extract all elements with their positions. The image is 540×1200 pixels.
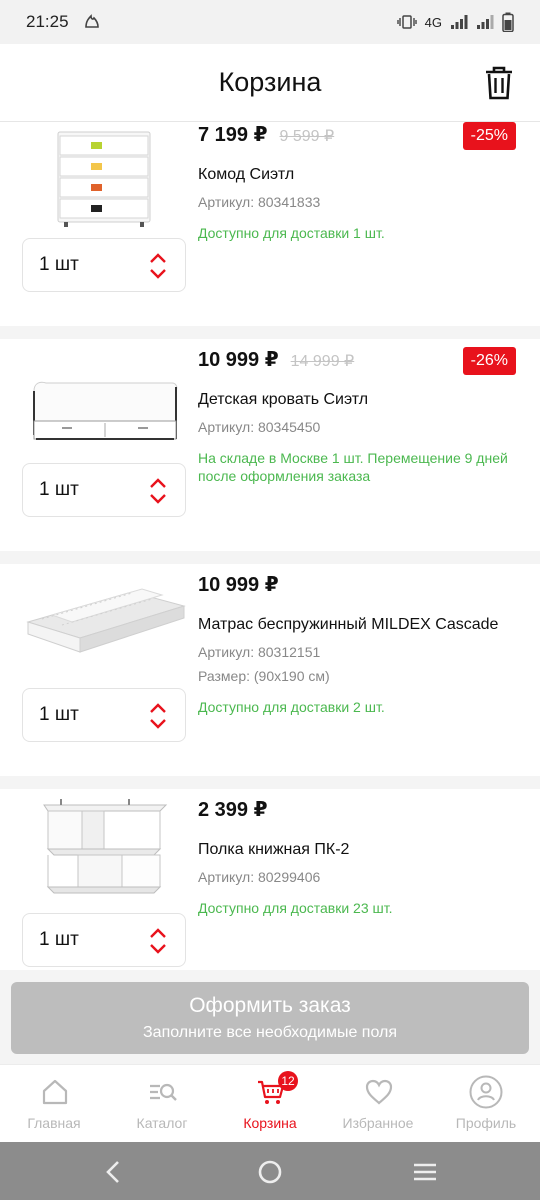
cart-item: 1 шт 2 399 ₽ Полка книжная ПК-2 Артикул:… [0,789,540,970]
item-name[interactable]: Полка книжная ПК-2 [198,841,526,859]
quantity-value: 1 шт [39,704,79,725]
signal-icon [451,15,468,29]
checkout-button[interactable]: Оформить заказ Заполните все необходимые… [11,982,529,1054]
home-icon [42,1079,68,1105]
product-image-dresser[interactable] [22,122,186,234]
quantity-stepper-icon[interactable] [149,476,167,506]
item-price: 2 399 ₽ [198,799,268,821]
discount-badge: -26% [462,347,516,375]
item-article: Артикул: 80345450 [198,419,321,435]
quantity-selector[interactable]: 1 шт [22,688,186,742]
cart-item: 1 шт 10 999 ₽ 14 999 ₽ -26% Детская кров… [0,339,540,551]
item-article: Артикул: 80341833 [198,194,321,210]
cart-item: 1 шт 10 999 ₽ Матрас беспружинный MILDEX… [0,564,540,776]
battery-icon [502,12,514,32]
quantity-selector[interactable]: 1 шт [22,913,186,967]
item-name[interactable]: Матрас беспружинный MILDEX Cascade [198,616,526,634]
recents-icon[interactable] [411,1158,439,1186]
cart-list[interactable]: 1 шт 7 199 ₽ 9 599 ₽ -25% Комод Сиэтл Ар… [0,122,540,970]
item-info: 10 999 ₽ 14 999 ₽ -26% Детская кровать С… [198,347,526,485]
item-price: 7 199 ₽ [198,124,268,146]
quantity-value: 1 шт [39,479,79,500]
item-name[interactable]: Комод Сиэтл [198,166,526,184]
item-article: Артикул: 80299406 [198,869,321,885]
quantity-value: 1 шт [39,254,79,275]
status-time: 21:25 [26,12,69,31]
network-type: 4G [424,14,442,30]
nav-label: Избранное [342,1115,414,1131]
nav-item-profile[interactable]: Профиль [432,1065,540,1143]
system-nav-bar [0,1142,540,1200]
quantity-selector[interactable]: 1 шт [22,463,186,517]
catalog-icon [150,1083,177,1101]
vibrate-icon [396,15,417,29]
app-header: Корзина [0,44,540,122]
back-icon[interactable] [100,1158,128,1186]
item-old-price: 9 599 ₽ [279,128,335,145]
item-availability: Доступно для доставки 2 шт. [198,699,385,715]
cart-count-badge: 12 [278,1071,298,1091]
item-price: 10 999 ₽ [198,574,279,596]
quantity-selector[interactable]: 1 шт [22,238,186,292]
checkout-button-label: Оформить заказ [189,994,351,1017]
heart-icon [365,1079,393,1105]
quantity-stepper-icon[interactable] [149,701,167,731]
product-image-bed[interactable] [22,347,186,459]
item-info: 10 999 ₽ Матрас беспружинный MILDEX Casc… [198,572,526,716]
nav-item-cart[interactable]: 12 Корзина [216,1065,324,1143]
quantity-value: 1 шт [39,929,79,950]
item-name[interactable]: Детская кровать Сиэтл [198,391,526,409]
nav-item-home[interactable]: Главная [0,1065,108,1143]
product-image-bookshelf[interactable] [22,797,186,909]
status-bar: 21:25 4G [0,0,540,44]
signal-icon-2 [477,15,494,29]
item-price: 10 999 ₽ [198,349,279,371]
item-availability: Доступно для доставки 1 шт. [198,225,385,241]
discount-badge: -25% [462,122,516,150]
cart-item: 1 шт 7 199 ₽ 9 599 ₽ -25% Комод Сиэтл Ар… [0,122,540,326]
item-availability: Доступно для доставки 23 шт. [198,900,393,916]
app-notification-icon [84,14,99,28]
nav-item-favorites[interactable]: Избранное [324,1065,432,1143]
page-title: Корзина [218,67,322,97]
item-size: Размер: (90х190 см) [198,668,330,684]
nav-label: Каталог [136,1115,188,1131]
checkout-button-sublabel: Заполните все необходимые поля [143,1024,397,1041]
nav-label: Профиль [455,1115,517,1131]
item-info: 7 199 ₽ 9 599 ₽ -25% Комод Сиэтл Артикул… [198,122,526,242]
nav-label: Главная [27,1115,81,1131]
nav-label: Корзина [243,1115,297,1131]
profile-icon [469,1075,503,1109]
item-availability: На складе в Москве 1 шт. Перемещение 9 д… [198,450,508,484]
item-info: 2 399 ₽ Полка книжная ПК-2 Артикул: 8029… [198,797,526,917]
home-button-icon[interactable] [256,1158,284,1186]
quantity-stepper-icon[interactable] [149,251,167,281]
quantity-stepper-icon[interactable] [149,926,167,956]
item-article: Артикул: 80312151 [198,644,321,660]
trash-icon[interactable] [484,66,514,100]
product-image-mattress[interactable] [22,572,186,684]
bottom-nav: Главная Каталог 12 Корзина Избранное Про… [0,1064,540,1142]
nav-item-catalog[interactable]: Каталог [108,1065,216,1143]
item-old-price: 14 999 ₽ [290,353,355,370]
